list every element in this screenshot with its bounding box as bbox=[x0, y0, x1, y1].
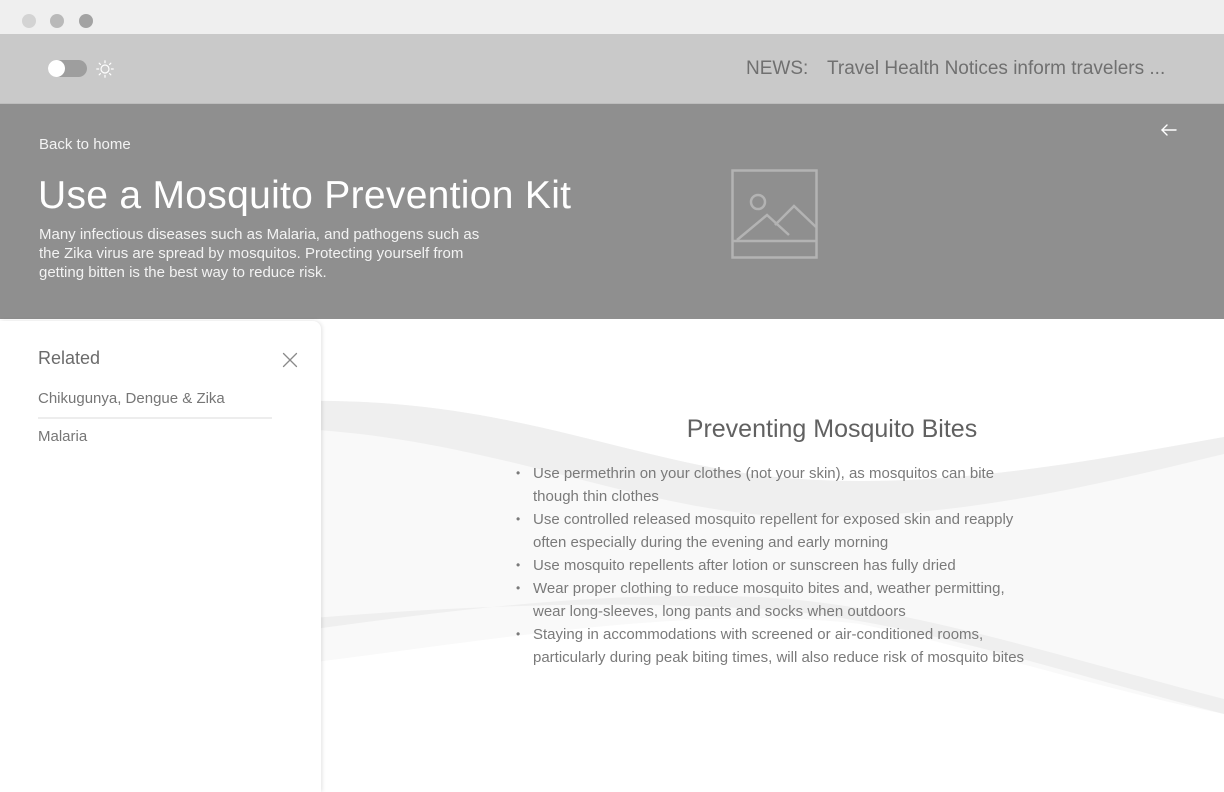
window-maximize-button[interactable] bbox=[79, 14, 93, 28]
list-item-text: Wear proper clothing to reduce mosquito … bbox=[533, 580, 1005, 620]
top-bar: NEWS: Travel Health Notices inform trave… bbox=[0, 34, 1224, 104]
close-icon[interactable] bbox=[282, 352, 298, 368]
window-minimize-button[interactable] bbox=[50, 14, 64, 28]
list-item: • Staying in accommodations with screened… bbox=[512, 623, 1032, 669]
list-item-text: Use permethrin on your clothes (not your… bbox=[533, 465, 995, 505]
related-list: Chikugunya, Dengue & Zika Malaria bbox=[38, 387, 272, 463]
image-placeholder-icon bbox=[731, 169, 818, 259]
related-panel: Related Chikugunya, Dengue & Zika Malari… bbox=[0, 321, 321, 792]
toggle-knob bbox=[48, 60, 65, 77]
bullet-icon: • bbox=[516, 466, 521, 480]
back-to-home-link[interactable]: Back to home bbox=[39, 136, 131, 153]
hero-banner: Back to home Use a Mosquito Prevention K… bbox=[0, 104, 1224, 319]
list-item: • Use controlled released mosquito repell… bbox=[512, 508, 1032, 554]
related-title: Related bbox=[38, 348, 101, 368]
sun-icon bbox=[96, 60, 114, 78]
list-item: • Use mosquito repellents after lotion or… bbox=[512, 554, 1032, 577]
news-label: NEWS: bbox=[746, 58, 809, 79]
section-title: Preventing Mosquito Bites bbox=[686, 415, 978, 443]
related-item-chikungunya[interactable]: Chikugunya, Dengue & Zika bbox=[38, 387, 272, 419]
arrow-left-icon[interactable] bbox=[1160, 122, 1178, 138]
news-headline-link[interactable]: Travel Health Notices inform travelers .… bbox=[827, 58, 1165, 82]
tips-list: • Use permethrin on your clothes (not you… bbox=[512, 462, 1032, 669]
bullet-icon: • bbox=[516, 581, 521, 595]
theme-toggle[interactable] bbox=[48, 60, 87, 77]
bullet-icon: • bbox=[516, 558, 521, 572]
related-item-malaria[interactable]: Malaria bbox=[38, 425, 272, 463]
list-item-text: Staying in accommodations with screened … bbox=[533, 626, 1025, 666]
content-section: Preventing Mosquito Bites • Use permethri… bbox=[512, 415, 1032, 669]
window-titlebar bbox=[0, 0, 1224, 34]
page-description: Many infectious diseases such as Malaria… bbox=[39, 226, 480, 281]
list-item: • Use permethrin on your clothes (not you… bbox=[512, 462, 1032, 508]
bullet-icon: • bbox=[516, 512, 521, 526]
list-item-text: Use mosquito repellents after lotion or … bbox=[533, 557, 956, 574]
page-title: Use a Mosquito Prevention Kit bbox=[38, 174, 572, 217]
window-close-button[interactable] bbox=[22, 14, 36, 28]
list-item: • Wear proper clothing to reduce mosquito… bbox=[512, 577, 1032, 623]
bullet-icon: • bbox=[516, 627, 521, 641]
list-item-text: Use controlled released mosquito repelle… bbox=[533, 511, 1014, 551]
